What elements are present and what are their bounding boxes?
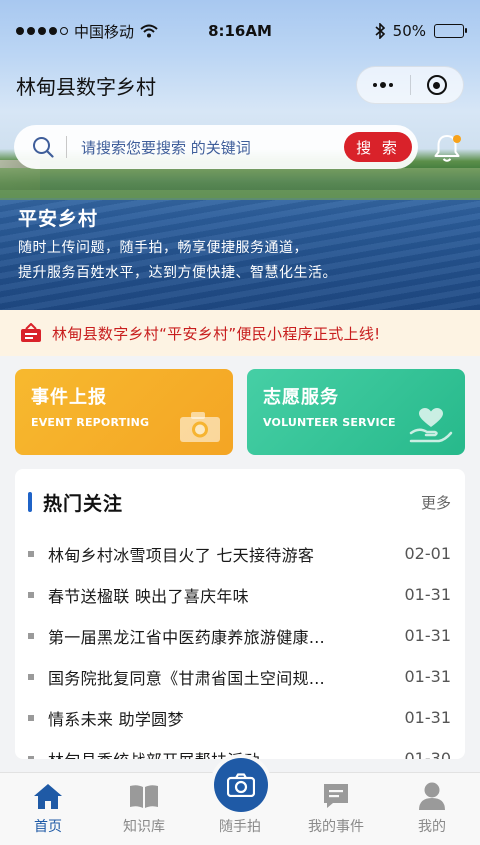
tab-mine-label: 我的 — [418, 819, 446, 835]
wifi-icon — [140, 24, 158, 38]
hot-topics-panel: 热门关注 更多 林甸乡村冰雪项目火了 七天接待游客 02-01 春节送楹联 映出… — [15, 469, 465, 759]
page-title: 林甸县数字乡村 — [16, 74, 156, 99]
book-icon — [130, 785, 158, 808]
news-list: 林甸乡村冰雪项目火了 七天接待游客 02-01 春节送楹联 映出了喜庆年味 01… — [15, 533, 465, 759]
camera-icon — [180, 412, 220, 442]
carrier-label: 中国移动 — [74, 22, 135, 41]
news-title: 林甸乡村冰雪项目火了 七天接待游客 — [48, 545, 315, 565]
search-bar[interactable]: 请搜索您要搜索 的关键词 搜 索 — [14, 125, 418, 169]
heart-hand-icon — [409, 408, 453, 443]
volunteer-service-card[interactable]: 志愿服务 VOLUNTEER SERVICE — [247, 369, 465, 455]
hot-topics-header: 热门关注 更多 — [15, 487, 465, 517]
status-bar: 中国移动 8:16AM 50% — [0, 0, 480, 62]
tab-home[interactable]: 首页 — [0, 773, 96, 845]
news-item[interactable]: 林甸乡村冰雪项目火了 七天接待游客 02-01 — [15, 533, 465, 574]
bluetooth-icon — [375, 23, 385, 39]
news-item[interactable]: 第一届黑龙江省中医药康养旅游健康… 01-31 — [15, 615, 465, 656]
bullet-icon — [28, 673, 34, 680]
mini-program-capsule — [356, 66, 464, 104]
news-date: 01-31 — [404, 667, 452, 686]
news-item[interactable]: 情系未来 助学圆梦 01-31 — [15, 697, 465, 738]
title-accent-bar — [28, 492, 32, 512]
search-button[interactable]: 搜 索 — [344, 132, 412, 162]
news-title: 春节送楹联 映出了喜庆年味 — [48, 586, 249, 606]
battery-percent: 50% — [392, 22, 426, 40]
news-title: 林甸县委统战部开展帮扶活动 — [48, 747, 385, 760]
search-input[interactable]: 请搜索您要搜索 的关键词 — [81, 137, 344, 158]
close-target-icon — [426, 75, 447, 95]
news-date: 01-31 — [404, 585, 452, 604]
signal-dots-icon — [16, 27, 68, 35]
battery-icon — [434, 24, 467, 38]
tab-knowledge[interactable]: 知识库 — [96, 773, 192, 845]
home-icon — [34, 784, 62, 809]
notice-icon — [21, 323, 41, 342]
camera-icon — [227, 773, 255, 797]
hero-reeds-shore — [0, 190, 480, 200]
tab-my-events-label: 我的事件 — [308, 819, 364, 835]
status-time: 8:16AM — [208, 22, 272, 40]
more-icon — [373, 82, 394, 88]
hero-description-line-2: 提升服务百姓水平，达到方便快捷、智慧化生活。 — [18, 265, 337, 281]
bullet-icon — [28, 755, 34, 759]
news-title: 国务院批复同意《甘肃省国土空间规… — [48, 668, 326, 688]
tab-snapshot-label: 随手拍 — [219, 819, 261, 835]
bullet-icon — [28, 714, 34, 721]
message-icon — [324, 784, 348, 808]
notification-dot — [453, 135, 461, 143]
bullet-icon — [28, 632, 34, 639]
volunteer-service-title: 志愿服务 — [263, 387, 339, 408]
tab-knowledge-label: 知识库 — [123, 819, 165, 835]
event-reporting-card[interactable]: 事件上报 EVENT REPORTING — [15, 369, 233, 455]
more-button[interactable] — [357, 67, 410, 103]
news-title: 情系未来 助学圆梦 — [48, 709, 184, 729]
news-date: 01-31 — [404, 708, 452, 727]
news-item[interactable]: 林甸县委统战部开展帮扶活动 01-30 — [15, 738, 465, 759]
hero-title: 平安乡村 — [18, 208, 99, 230]
news-item[interactable]: 春节送楹联 映出了喜庆年味 01-31 — [15, 574, 465, 615]
hero-description-line-1: 随时上传问题，随手拍，畅享便捷服务通道， — [18, 240, 308, 256]
news-date: 01-30 — [404, 749, 452, 759]
more-link[interactable]: 更多 — [421, 492, 451, 513]
search-icon — [33, 137, 54, 158]
tab-my-events[interactable]: 我的事件 — [288, 773, 384, 845]
close-button[interactable] — [411, 67, 464, 103]
hot-topics-title: 热门关注 — [43, 492, 124, 515]
notification-button[interactable] — [432, 132, 462, 164]
bullet-icon — [28, 591, 34, 598]
notice-text: 林甸县数字乡村“平安乡村”便民小程序正式上线! — [52, 324, 381, 343]
tab-mine[interactable]: 我的 — [384, 773, 480, 845]
tab-home-label: 首页 — [34, 819, 62, 835]
news-date: 02-01 — [404, 544, 452, 563]
news-item[interactable]: 国务院批复同意《甘肃省国土空间规… 01-31 — [15, 656, 465, 697]
bullet-icon — [28, 550, 34, 557]
user-icon — [419, 782, 445, 810]
notice-bar[interactable]: 林甸县数字乡村“平安乡村”便民小程序正式上线! — [0, 310, 480, 356]
title-bar: 林甸县数字乡村 — [0, 62, 480, 108]
news-date: 01-31 — [404, 626, 452, 645]
snapshot-camera-button[interactable] — [214, 758, 268, 812]
news-title: 第一届黑龙江省中医药康养旅游健康… — [48, 627, 326, 647]
event-reporting-title: 事件上报 — [31, 387, 107, 408]
